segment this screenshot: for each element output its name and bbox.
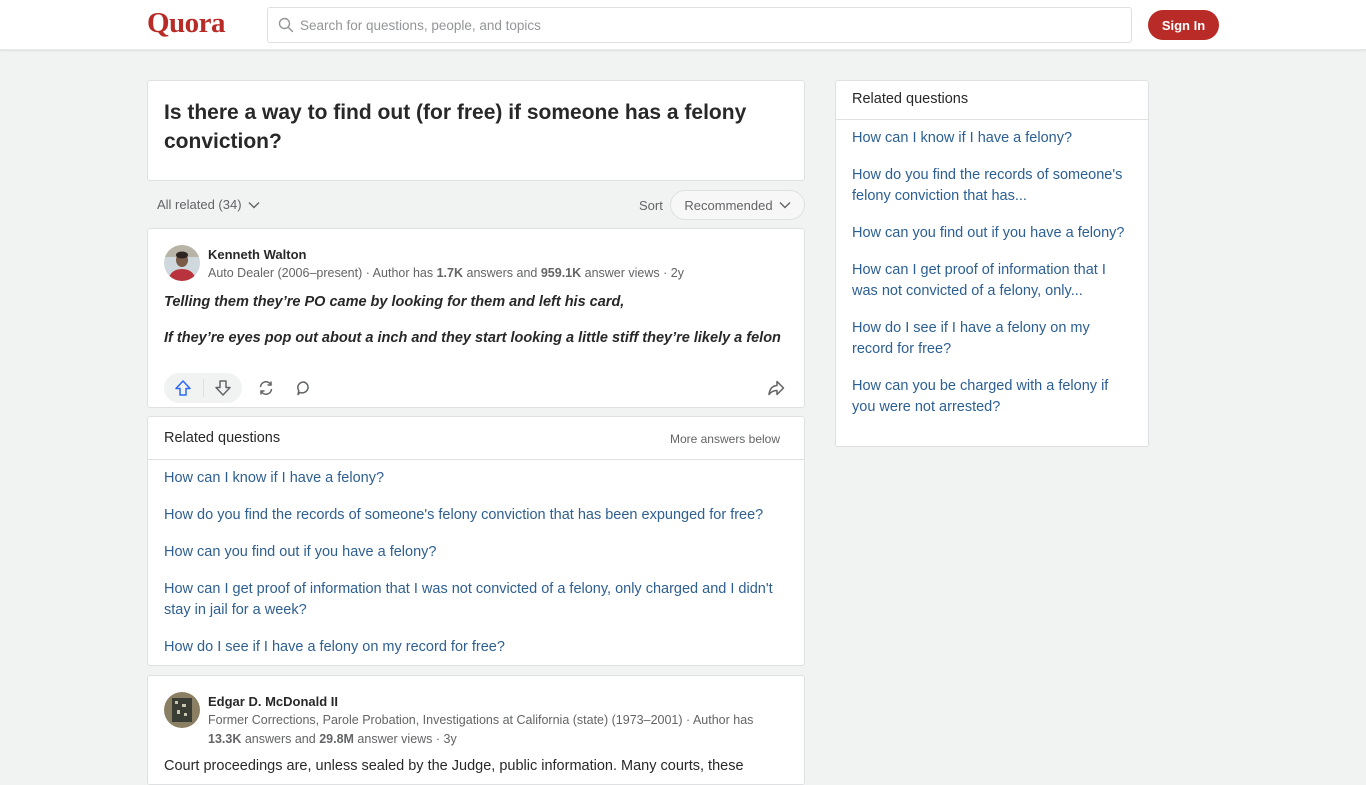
answer-paragraph: Telling them they’re PO came by looking … — [164, 294, 625, 310]
related-title: Related questions — [164, 430, 281, 446]
sidebar-related-link[interactable]: How can I know if I have a felony? — [852, 128, 1132, 149]
answer-card: Edgar D. McDonald II Former Corrections,… — [147, 675, 805, 785]
sidebar-related-list: How can I know if I have a felony? How d… — [836, 120, 1148, 418]
answers-count: 1.7K — [436, 266, 464, 280]
vote-group — [164, 373, 242, 403]
related-question-link[interactable]: How can you find out if you have a felon… — [164, 542, 789, 563]
answer-author: Kenneth Walton Auto Dealer (2006–present… — [164, 245, 684, 283]
answer-filters: All related (34) Sort Recommended — [147, 190, 805, 220]
search-input[interactable] — [300, 17, 1100, 33]
credential-text: answers and — [463, 266, 541, 280]
answer-body: Telling them they’re PO came by looking … — [164, 292, 784, 364]
question-title: Is there a way to find out (for free) if… — [164, 101, 747, 153]
related-list: How can I know if I have a felony? How d… — [148, 460, 804, 658]
sign-in-button[interactable]: Sign In — [1148, 10, 1219, 40]
sort-dropdown[interactable]: Recommended — [670, 190, 805, 220]
sidebar-related-link[interactable]: How do I see if I have a felony on my re… — [852, 318, 1132, 360]
author-credential: Auto Dealer (2006–present) · Author has … — [208, 264, 684, 283]
avatar-image — [164, 692, 200, 728]
all-related-label: All related (34) — [157, 197, 242, 212]
sidebar-related-link[interactable]: How can you be charged with a felony if … — [852, 376, 1132, 418]
related-question-link[interactable]: How do you find the records of someone's… — [164, 505, 789, 526]
share-icon — [259, 381, 273, 395]
author-name[interactable]: Kenneth Walton — [208, 246, 684, 264]
arrow-up-icon — [175, 380, 191, 396]
answer-actions — [164, 373, 792, 403]
forward-icon — [768, 380, 785, 396]
sidebar-related-link[interactable]: How can I get proof of information that … — [852, 260, 1132, 302]
answer-body: Court proceedings are, unless sealed by … — [164, 756, 789, 777]
author-name[interactable]: Edgar D. McDonald II — [208, 693, 778, 711]
avatar[interactable] — [164, 245, 200, 281]
credential-text: answer views · 2y — [581, 266, 684, 280]
search-icon — [278, 17, 294, 33]
sidebar-related-link[interactable]: How do you find the records of someone's… — [852, 165, 1132, 207]
search-box[interactable] — [267, 7, 1132, 43]
sort-value: Recommended — [684, 197, 773, 213]
answer-paragraph: If they’re eyes pop out about a inch and… — [164, 330, 781, 346]
more-answers-below: More answers below — [669, 432, 780, 446]
related-questions-inline: Related questions More answers below How… — [147, 416, 805, 666]
related-questions-sidebar: Related questions How can I know if I ha… — [835, 80, 1149, 447]
avatar[interactable] — [164, 692, 200, 728]
sort-label: Sort — [639, 198, 663, 213]
related-question-link[interactable]: How can I know if I have a felony? — [164, 468, 789, 489]
all-related-dropdown[interactable]: All related (34) — [157, 197, 260, 212]
chevron-down-icon — [248, 201, 260, 208]
related-question-link[interactable]: How do I see if I have a felony on my re… — [164, 637, 789, 658]
related-header: Related questions More answers below — [148, 417, 804, 460]
credential-text: Former Corrections, Parole Probation, In… — [208, 713, 754, 727]
sidebar-related-link[interactable]: How can you find out if you have a felon… — [852, 223, 1132, 244]
downvote-button[interactable] — [203, 373, 242, 403]
top-bar: Quora Sign In — [0, 0, 1366, 50]
comment-button[interactable] — [289, 373, 319, 403]
arrow-down-icon — [214, 380, 231, 396]
chevron-down-icon — [779, 202, 791, 209]
credential-text: answers and — [241, 732, 320, 746]
views-count: 959.1K — [540, 266, 582, 280]
credential-text: Auto Dealer (2006–present) · Author has — [208, 266, 437, 280]
share-button[interactable] — [251, 373, 281, 403]
author-credential: Former Corrections, Parole Probation, In… — [208, 711, 778, 749]
answer-card: Kenneth Walton Auto Dealer (2006–present… — [147, 228, 805, 408]
answers-count: 13.3K — [208, 732, 242, 746]
forward-button[interactable] — [761, 373, 791, 403]
answer-author: Edgar D. McDonald II Former Corrections,… — [164, 692, 778, 749]
upvote-button[interactable] — [164, 373, 203, 403]
comment-icon — [297, 381, 309, 396]
views-count: 29.8M — [319, 732, 354, 746]
question-card: Is there a way to find out (for free) if… — [147, 80, 805, 181]
answer-paragraph: Court proceedings are, unless sealed by … — [164, 758, 744, 774]
avatar-image — [164, 245, 200, 281]
quora-logo[interactable]: Quora — [147, 7, 226, 40]
credential-text: answer views · 3y — [353, 732, 457, 746]
sidebar-title: Related questions — [836, 81, 1148, 120]
related-question-link[interactable]: How can I get proof of information that … — [164, 579, 789, 621]
